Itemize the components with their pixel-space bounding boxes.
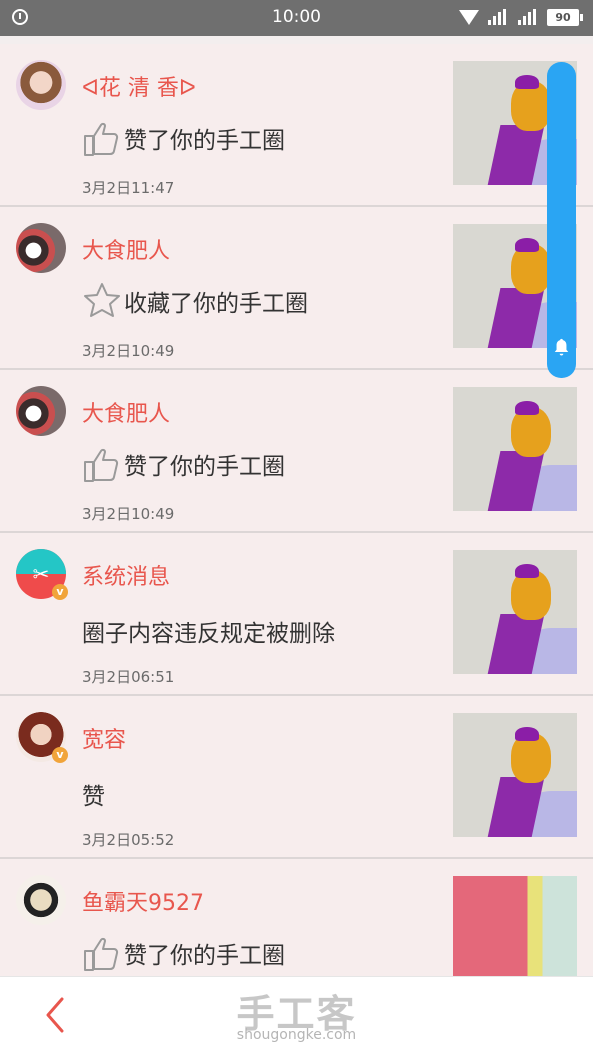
post-thumbnail[interactable] <box>453 713 577 837</box>
user-name[interactable]: ᐊ花 清 香ᐅ <box>82 70 196 102</box>
verified-badge: v <box>52 747 68 763</box>
post-thumbnail[interactable] <box>453 550 577 674</box>
user-name[interactable]: 大食肥人 <box>82 396 170 428</box>
notification-action: 赞了你的手工圈 <box>82 933 285 973</box>
timestamp: 3月2日05:52 <box>82 831 175 849</box>
avatar[interactable] <box>16 223 66 273</box>
notification-row[interactable]: ✂ v 系统消息 圈子内容违反规定被删除 3月2日06:51 <box>0 533 593 696</box>
star-icon <box>84 283 120 317</box>
verified-badge: v <box>52 584 68 600</box>
action-text: 赞了你的手工圈 <box>124 943 285 969</box>
notification-row[interactable]: 大食肥人 赞了你的手工圈 3月2日10:49 <box>0 370 593 533</box>
app-logo-url: shougongke.com <box>236 1027 357 1043</box>
notification-action: 赞 <box>82 774 105 814</box>
notification-row[interactable]: 大食肥人 收藏了你的手工圈 3月2日10:49 <box>0 207 593 370</box>
timestamp: 3月2日10:49 <box>82 505 175 523</box>
wifi-icon <box>459 10 479 25</box>
timestamp: 3月2日10:49 <box>82 342 175 360</box>
bottom-bar: 手工客 shougongke.com <box>0 976 593 1054</box>
timestamp: 3月2日11:47 <box>82 179 175 197</box>
signal-icon <box>518 9 536 25</box>
notification-action: 赞了你的手工圈 <box>82 118 285 158</box>
user-name[interactable]: 鱼霸天9527 <box>82 885 204 917</box>
bell-icon[interactable] <box>553 338 570 356</box>
avatar[interactable] <box>16 386 66 436</box>
notification-row[interactable]: 鱼霸天9527 赞了你的手工圈 <box>0 859 593 976</box>
timestamp: 3月2日06:51 <box>82 668 175 686</box>
battery-icon: 90 <box>547 9 583 26</box>
status-bar: 10:00 90 <box>0 0 593 36</box>
action-text: 赞 <box>82 784 105 810</box>
action-text: 赞了你的手工圈 <box>124 454 285 480</box>
notification-row[interactable]: v 宽容 赞 3月2日05:52 <box>0 696 593 859</box>
avatar[interactable] <box>16 875 66 925</box>
thumbs-up-icon <box>84 448 119 482</box>
post-thumbnail[interactable] <box>453 876 577 976</box>
user-name[interactable]: 大食肥人 <box>82 233 170 265</box>
notification-row[interactable]: ᐊ花 清 香ᐅ 赞了你的手工圈 3月2日11:47 <box>0 44 593 207</box>
action-text: 圈子内容违反规定被删除 <box>82 621 335 647</box>
thumbs-up-icon <box>84 122 119 156</box>
scroll-indicator[interactable] <box>547 62 576 378</box>
scissors-icon: ✂ <box>32 562 50 586</box>
notification-action: 赞了你的手工圈 <box>82 444 285 484</box>
notification-action: 圈子内容违反规定被删除 <box>82 611 335 651</box>
action-text: 赞了你的手工圈 <box>124 128 285 154</box>
user-name[interactable]: 宽容 <box>82 722 126 754</box>
notification-action: 收藏了你的手工圈 <box>82 281 308 321</box>
thumbs-up-icon <box>84 937 119 971</box>
user-name[interactable]: 系统消息 <box>82 559 170 591</box>
action-text: 收藏了你的手工圈 <box>124 291 308 317</box>
signal-icon <box>488 9 506 25</box>
avatar[interactable] <box>16 60 66 110</box>
post-thumbnail[interactable] <box>453 387 577 511</box>
notification-list[interactable]: ᐊ花 清 香ᐅ 赞了你的手工圈 3月2日11:47 大食肥人 收藏了你的手工圈 … <box>0 36 593 976</box>
